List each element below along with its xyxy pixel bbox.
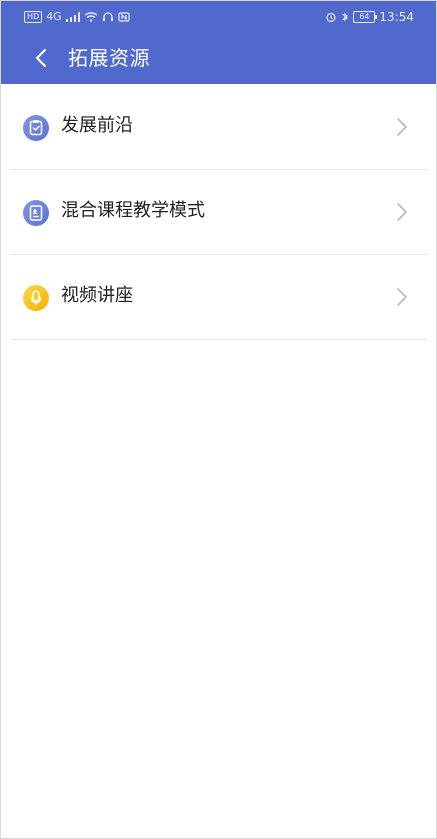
- headset-icon: [102, 11, 113, 21]
- page-title: 拓展资源: [68, 46, 150, 70]
- status-right-group: 64 13:54: [325, 10, 414, 24]
- back-button[interactable]: [30, 46, 54, 70]
- nfc-icon: [118, 11, 130, 22]
- status-bar: HD 4G 64 13:54: [1, 1, 436, 35]
- chevron-right-icon: [395, 116, 409, 138]
- hd-indicator: HD: [24, 10, 43, 23]
- list-item-label: 混合课程教学模式: [61, 200, 205, 221]
- app-screen: HD 4G 64 13:54 拓展资源 发展前沿 混合课程教学模式 视频讲座: [0, 0, 437, 839]
- status-left-group: HD 4G: [24, 10, 130, 23]
- clipboard-icon: [23, 115, 49, 141]
- resource-list: 发展前沿 混合课程教学模式 视频讲座: [11, 85, 427, 340]
- battery-icon: 64: [353, 11, 378, 23]
- chevron-right-icon: [395, 201, 409, 223]
- wifi-icon: [84, 11, 98, 22]
- document-icon: [23, 200, 49, 226]
- list-item-label: 视频讲座: [61, 285, 133, 306]
- signal-icon: [65, 11, 80, 22]
- chevron-right-icon: [395, 286, 409, 308]
- microphone-icon: [23, 285, 49, 311]
- network-type: 4G: [46, 10, 62, 23]
- bluetooth-icon: [342, 12, 349, 22]
- back-arrow-icon: [35, 48, 47, 68]
- top-app-bar: HD 4G 64 13:54 拓展资源: [1, 1, 436, 84]
- list-item-development-frontier[interactable]: 发展前沿: [11, 85, 427, 170]
- list-item-blended-course-mode[interactable]: 混合课程教学模式: [11, 170, 427, 255]
- list-item-video-lectures[interactable]: 视频讲座: [11, 255, 427, 340]
- status-time: 13:54: [379, 10, 414, 24]
- alarm-icon: [326, 12, 337, 23]
- list-item-label: 发展前沿: [61, 115, 133, 136]
